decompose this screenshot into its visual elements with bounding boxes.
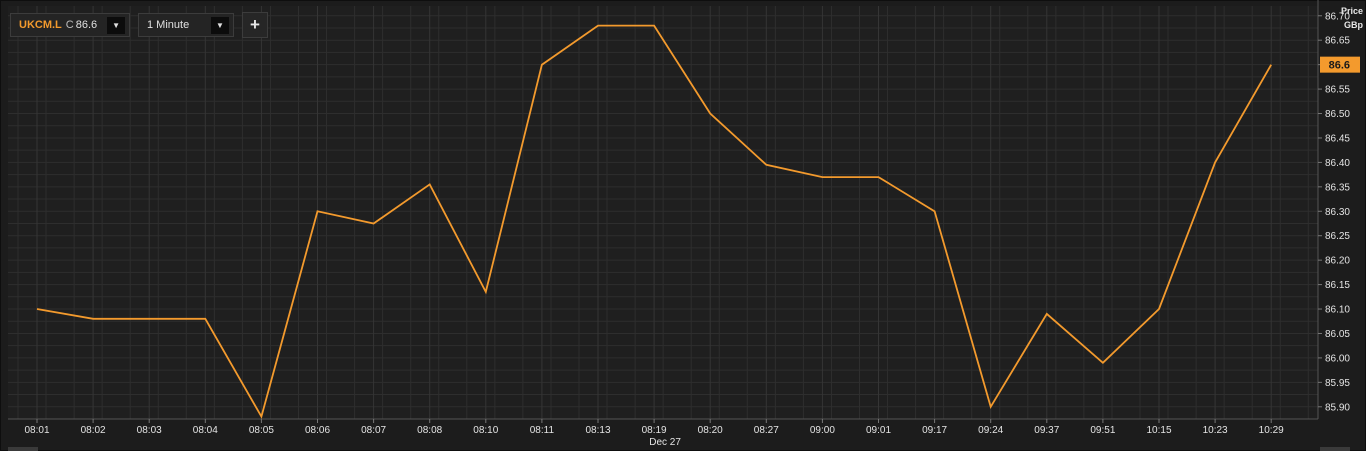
scrollbar-left <box>8 447 38 451</box>
caret-down-icon[interactable]: ▼ <box>211 16 229 34</box>
y-tick-label: 86.45 <box>1325 133 1350 144</box>
chart-toolbar: UKCM.L C 86.6 ▼ 1 Minute ▼ + <box>10 11 268 39</box>
x-tick-label: 08:05 <box>249 425 274 436</box>
y-tick-label: 86.25 <box>1325 231 1350 242</box>
x-tick-label: 09:00 <box>810 425 835 436</box>
y-tick-label: 86.30 <box>1325 207 1350 218</box>
x-tick-label: 09:51 <box>1090 425 1115 436</box>
x-tick-label: 08:07 <box>361 425 386 436</box>
x-tick-label: 08:27 <box>754 425 779 436</box>
symbol-label: UKCM.L <box>19 19 62 31</box>
x-date-label: Dec 27 <box>649 437 681 448</box>
y-tick-label: 86.40 <box>1325 158 1350 169</box>
y-tick-label: 86.50 <box>1325 109 1350 120</box>
y-tick-label: 85.90 <box>1325 402 1350 413</box>
y-axis-unit: GBp <box>1344 20 1363 30</box>
x-tick-label: 08:11 <box>530 425 555 436</box>
y-tick-label: 86.05 <box>1325 329 1350 340</box>
x-tick-label: 08:08 <box>417 425 442 436</box>
scrollbar-right <box>1320 447 1350 451</box>
symbol-selector[interactable]: UKCM.L C 86.6 ▼ <box>10 13 130 37</box>
x-tick-label: 10:23 <box>1203 425 1228 436</box>
x-tick-label: 08:04 <box>193 425 218 436</box>
x-tick-label: 09:17 <box>922 425 947 436</box>
y-tick-label: 86.20 <box>1325 256 1350 267</box>
x-tick-label: 09:01 <box>866 425 891 436</box>
x-tick-label: 10:29 <box>1259 425 1284 436</box>
y-tick-label: 86.10 <box>1325 305 1350 316</box>
interval-selector[interactable]: 1 Minute ▼ <box>138 13 234 37</box>
close-value: 86.6 <box>75 19 98 31</box>
x-tick-label: 08:01 <box>24 425 49 436</box>
interval-label: 1 Minute <box>147 19 190 31</box>
y-tick-label: 86.00 <box>1325 353 1350 364</box>
y-tick-label: 86.15 <box>1325 280 1350 291</box>
price-chart: 85.90 85.95 86.00 86.05 86.10 86.15 86.20 86.25… <box>8 0 1360 451</box>
x-tick-label: 08:03 <box>137 425 162 436</box>
last-price-label: 86.6 <box>1329 60 1350 72</box>
y-tick-label: 85.95 <box>1325 378 1350 389</box>
x-tick-label: 08:19 <box>642 425 667 436</box>
close-prefix: C <box>65 19 74 31</box>
x-tick-label: 08:13 <box>585 425 610 436</box>
y-tick-label: 86.55 <box>1325 85 1350 96</box>
x-tick-label: 08:02 <box>81 425 106 436</box>
y-tick-label: 86.35 <box>1325 182 1350 193</box>
plus-icon[interactable]: + <box>242 12 268 38</box>
x-tick-label: 10:15 <box>1146 425 1171 436</box>
y-axis-title: Price <box>1340 6 1363 16</box>
x-tick-label: 08:20 <box>698 425 723 436</box>
y-tick-label: 86.65 <box>1325 36 1350 47</box>
caret-down-icon[interactable]: ▼ <box>107 16 125 34</box>
x-tick-label: 09:24 <box>978 425 1003 436</box>
x-tick-label: 08:06 <box>305 425 330 436</box>
grid <box>8 6 1318 420</box>
x-tick-label: 09:37 <box>1034 425 1059 436</box>
x-tick-label: 08:10 <box>473 425 498 436</box>
